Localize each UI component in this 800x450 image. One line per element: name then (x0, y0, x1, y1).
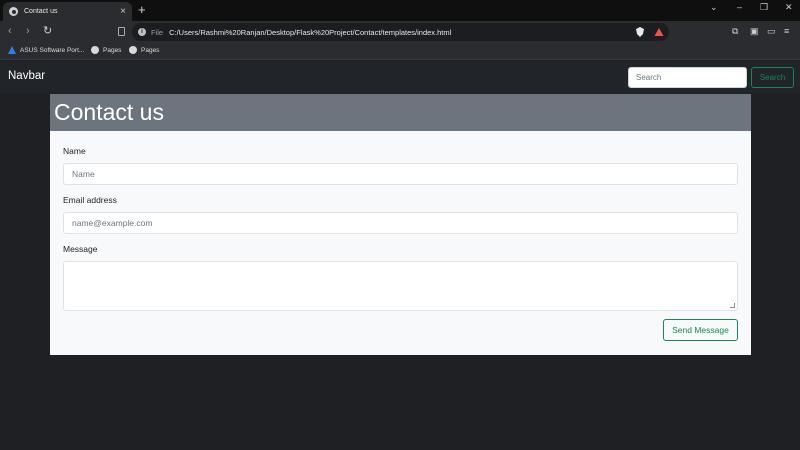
bookmark-label: Pages (141, 46, 160, 54)
site-navbar: Navbar Search (0, 61, 800, 93)
hamburger-icon[interactable]: ≡ (784, 26, 789, 36)
bookmarks-bar: ASUS Software Port... Pages Pages (0, 43, 800, 60)
contact-card: Contact us Name Email address Message Se… (50, 94, 751, 355)
address-url[interactable]: C:/Users/Rashmi%20Ranjan/Desktop/Flask%2… (169, 28, 451, 37)
message-textarea[interactable] (63, 261, 738, 311)
browser-tab[interactable]: Contact us × (3, 2, 132, 21)
bookmark-item[interactable]: ASUS Software Port... (8, 46, 84, 54)
address-bar[interactable]: i File C:/Users/Rashmi%20Ranjan/Desktop/… (132, 23, 669, 41)
bookmark-item[interactable]: Pages (129, 46, 159, 54)
triangle-icon[interactable] (654, 27, 664, 37)
reload-icon[interactable]: ↻ (43, 25, 52, 37)
browser-toolbar: ‹ › ↻ i File C:/Users/Rashmi%20Ranjan/De… (0, 21, 800, 43)
bookmark-icon[interactable] (118, 27, 125, 36)
email-label: Email address (63, 195, 117, 205)
message-label: Message (63, 244, 98, 254)
sidebar-icon[interactable]: ▣ (750, 26, 759, 37)
chevron-down-icon[interactable]: ⌄ (710, 2, 718, 13)
extensions-icon[interactable]: ⧉ (732, 26, 738, 37)
navbar-brand[interactable]: Navbar (8, 70, 45, 82)
bookmark-label: Pages (103, 46, 122, 54)
info-icon[interactable]: i (138, 28, 146, 36)
globe-icon (9, 7, 18, 16)
globe-icon (129, 46, 137, 54)
address-scheme: File (151, 27, 164, 37)
send-message-button[interactable]: Send Message (663, 319, 738, 341)
bookmark-label: ASUS Software Port... (20, 46, 85, 54)
close-icon[interactable]: × (120, 6, 126, 17)
tab-strip: Contact us × + ⌄ – ❐ ✕ (0, 0, 800, 21)
minimize-icon[interactable]: – (737, 2, 742, 12)
plus-icon[interactable]: + (138, 3, 146, 17)
bookmark-item[interactable]: Pages (91, 46, 121, 54)
back-arrow-icon[interactable]: ‹ (8, 25, 12, 37)
page-title: Contact us (54, 99, 164, 125)
tab-title: Contact us (24, 8, 58, 15)
forward-arrow-icon[interactable]: › (26, 25, 30, 37)
name-label: Name (63, 146, 86, 156)
globe-icon (91, 46, 99, 54)
card-header: Contact us (50, 94, 751, 131)
resize-handle-icon[interactable] (730, 303, 735, 308)
window-close-icon[interactable]: ✕ (785, 2, 793, 13)
restore-icon[interactable]: ❐ (760, 2, 768, 13)
email-field[interactable] (63, 212, 738, 234)
asus-icon (8, 46, 16, 54)
search-button[interactable]: Search (751, 67, 794, 88)
wallet-icon[interactable]: ▭ (767, 26, 776, 37)
search-input[interactable] (628, 67, 747, 88)
name-field[interactable] (63, 163, 738, 185)
shield-icon[interactable] (635, 27, 645, 37)
